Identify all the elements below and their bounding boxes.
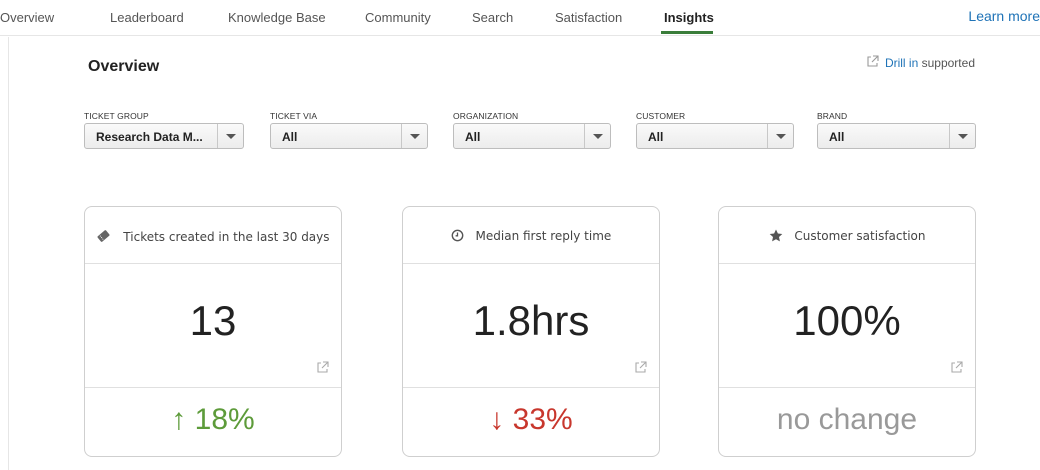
tab-leaderboard[interactable]: Leaderboard [110, 10, 184, 25]
caret-down-icon [593, 134, 603, 139]
metric-value: 100% [793, 297, 901, 344]
caret-down-icon [958, 134, 968, 139]
metric-delta: ↑ 18% [171, 403, 255, 436]
filter-label: TICKET VIA [270, 111, 318, 121]
external-link-icon[interactable] [950, 361, 963, 379]
tab-insights[interactable]: Insights [664, 10, 714, 25]
filter-organization: ORGANIZATION All [453, 111, 611, 149]
tab-overview[interactable]: Overview [0, 10, 54, 25]
drill-in-note: Drill in supported [866, 55, 975, 71]
filter-ticket-via: TICKET VIA All [270, 111, 428, 149]
caret-down-icon [410, 134, 420, 139]
filter-ticket-group: TICKET GROUP Research Data M... [84, 111, 244, 149]
select-value: All [282, 130, 298, 144]
card-divider [719, 387, 975, 388]
ticket-icon [96, 230, 123, 244]
clock-icon [451, 229, 476, 243]
card-divider [403, 387, 659, 388]
dropdown-button[interactable] [767, 124, 793, 148]
filter-customer: CUSTOMER All [636, 111, 794, 149]
learn-more-link[interactable]: Learn more [968, 8, 1040, 24]
card-title: Customer satisfaction [794, 229, 926, 243]
select-value: All [829, 130, 845, 144]
page-title: Overview [88, 58, 160, 75]
filter-label: ORGANIZATION [453, 111, 519, 121]
customer-select[interactable]: All [636, 123, 794, 149]
metric-value: 13 [189, 297, 237, 344]
caret-down-icon [226, 134, 236, 139]
drill-in-link[interactable]: Drill in [885, 56, 918, 70]
card-header: Customer satisfaction [719, 207, 975, 264]
select-value: All [648, 130, 664, 144]
tab-search[interactable]: Search [472, 10, 513, 25]
external-link-icon[interactable] [316, 361, 329, 379]
caret-down-icon [776, 134, 786, 139]
top-navigation: Overview Leaderboard Knowledge Base Comm… [0, 0, 1040, 36]
select-value: All [465, 130, 481, 144]
tab-knowledge-base[interactable]: Knowledge Base [228, 10, 326, 25]
star-icon [769, 229, 795, 243]
filter-label: BRAND [817, 111, 848, 121]
metric-card-customer-satisfaction: Customer satisfaction 100% no change [718, 206, 976, 457]
card-header: Tickets created in the last 30 days [85, 207, 341, 264]
tab-community[interactable]: Community [365, 10, 431, 25]
dropdown-button[interactable] [584, 124, 610, 148]
filter-label: CUSTOMER [636, 111, 686, 121]
card-divider [85, 387, 341, 388]
metric-card-median-first-reply: Median first reply time 1.8hrs ↓ 33% [402, 206, 660, 457]
tab-satisfaction[interactable]: Satisfaction [555, 10, 622, 25]
brand-select[interactable]: All [817, 123, 976, 149]
dropdown-button[interactable] [949, 124, 975, 148]
ticket-group-select[interactable]: Research Data M... [84, 123, 244, 149]
dropdown-button[interactable] [217, 124, 243, 148]
filter-brand: BRAND All [817, 111, 976, 149]
card-header: Median first reply time [403, 207, 659, 264]
metric-card-tickets-created: Tickets created in the last 30 days 13 ↑… [84, 206, 342, 457]
active-tab-indicator [661, 31, 713, 34]
dropdown-button[interactable] [401, 124, 427, 148]
metric-delta: ↓ 33% [489, 403, 573, 436]
select-value: Research Data M... [96, 130, 203, 144]
external-link-icon [866, 55, 879, 71]
card-title: Tickets created in the last 30 days [123, 230, 330, 244]
ticket-via-select[interactable]: All [270, 123, 428, 149]
external-link-icon[interactable] [634, 361, 647, 379]
filter-label: TICKET GROUP [84, 111, 149, 121]
drill-in-suffix: supported [918, 56, 975, 70]
organization-select[interactable]: All [453, 123, 611, 149]
metric-delta: no change [776, 403, 918, 436]
metric-value: 1.8hrs [472, 297, 590, 344]
card-title: Median first reply time [475, 229, 612, 243]
left-rail [0, 37, 9, 470]
